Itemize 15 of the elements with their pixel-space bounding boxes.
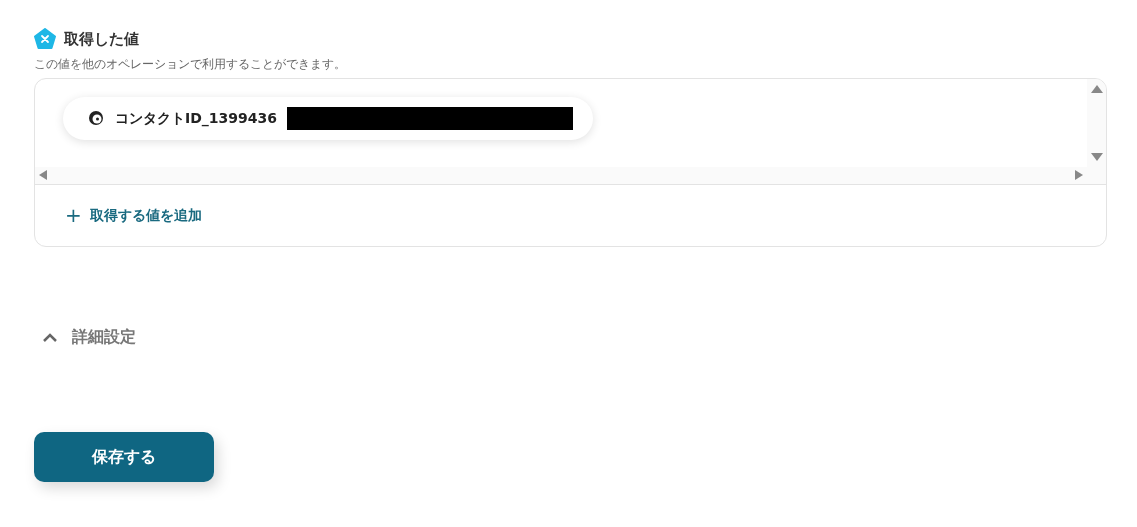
scroll-right-icon[interactable]: [1075, 170, 1083, 180]
horizontal-scrollbar[interactable]: [35, 166, 1087, 184]
value-chip[interactable]: コンタクトID_1399436: [63, 96, 594, 140]
scroll-down-icon[interactable]: [1090, 152, 1103, 161]
scroll-up-icon[interactable]: [1090, 84, 1103, 93]
vertical-scrollbar[interactable]: [1087, 78, 1106, 184]
scroll-left-icon[interactable]: [39, 170, 47, 180]
section-title: 取得した値: [64, 29, 139, 50]
value-label: コンタクトID_1399436: [115, 108, 278, 129]
variable-icon: [34, 28, 56, 51]
details-toggle[interactable]: 詳細設定: [42, 324, 136, 349]
add-value-button[interactable]: + 取得する値を追加: [65, 204, 202, 226]
chevron-icon: [42, 331, 58, 342]
save-button[interactable]: 保存する: [34, 431, 214, 482]
section-description: この値を他のオペレーションで利用することができます。: [34, 56, 347, 72]
